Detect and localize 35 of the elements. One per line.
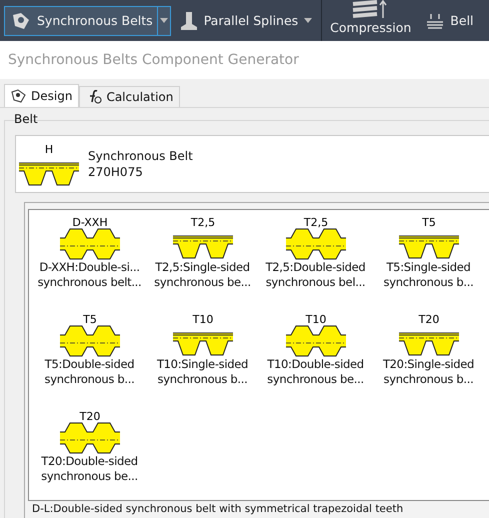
toolbar-button[interactable]: Compression: [324, 0, 418, 35]
belt-caption[interactable]: synchronous b...: [158, 372, 248, 387]
belt-caption[interactable]: synchronous b...: [384, 372, 474, 387]
window-title: Synchronous Belts Component Generator: [8, 52, 299, 68]
belt-caption[interactable]: synchronous be...: [267, 372, 364, 387]
belt-caption[interactable]: synchronous bel...: [266, 275, 366, 290]
belt-caption[interactable]: T20:Single-sided: [382, 357, 474, 372]
belt-caption[interactable]: T5:Double-sided: [44, 357, 134, 372]
belt-caption[interactable]: T2,5:Single-sided: [155, 260, 250, 275]
belt-caption[interactable]: synchronous belt...: [38, 275, 142, 290]
group-title: Belt: [14, 112, 39, 126]
toolbar-button[interactable]: Synchronous Belts: [4, 6, 160, 36]
belt-caption[interactable]: synchronous be...: [154, 275, 251, 290]
belt-caption[interactable]: T10:Single-sided: [156, 357, 248, 372]
belt-caption[interactable]: T10:Double-sided: [267, 357, 364, 372]
belt-caption[interactable]: T20:Double-sided: [41, 454, 138, 469]
belt-selector[interactable]: H Synchronous Belt 270H075: [15, 135, 489, 193]
dropdown-button[interactable]: [156, 6, 171, 36]
belt-caption[interactable]: synchronous be...: [41, 469, 138, 484]
belt-caption[interactable]: T5:Single-sided: [386, 260, 471, 275]
toolbar-button[interactable]: Parallel Splines: [172, 6, 320, 36]
belt-caption[interactable]: synchronous b...: [44, 372, 134, 387]
caret-icon: [304, 18, 312, 23]
belt-name: Synchronous Belt: [88, 148, 193, 164]
belt-caption[interactable]: D-XXH:Double-si...: [39, 260, 140, 275]
tab[interactable]: Design: [4, 84, 80, 107]
spline-shaft-icon: [180, 10, 198, 30]
belt-designation: 270H075: [88, 164, 144, 180]
caret-icon: [160, 18, 168, 23]
washer-stack-icon: [426, 12, 444, 28]
belt-description: D-L:Double-sided synchronous belt with symmetrical trapezoidal teeth: [31, 502, 404, 515]
tab[interactable]: Calculation: [79, 86, 180, 107]
toolbar-button[interactable]: Bell: [419, 6, 481, 36]
belt-caption[interactable]: synchronous b...: [384, 275, 474, 290]
belt-caption[interactable]: T2,5:Double-sided: [266, 260, 366, 275]
